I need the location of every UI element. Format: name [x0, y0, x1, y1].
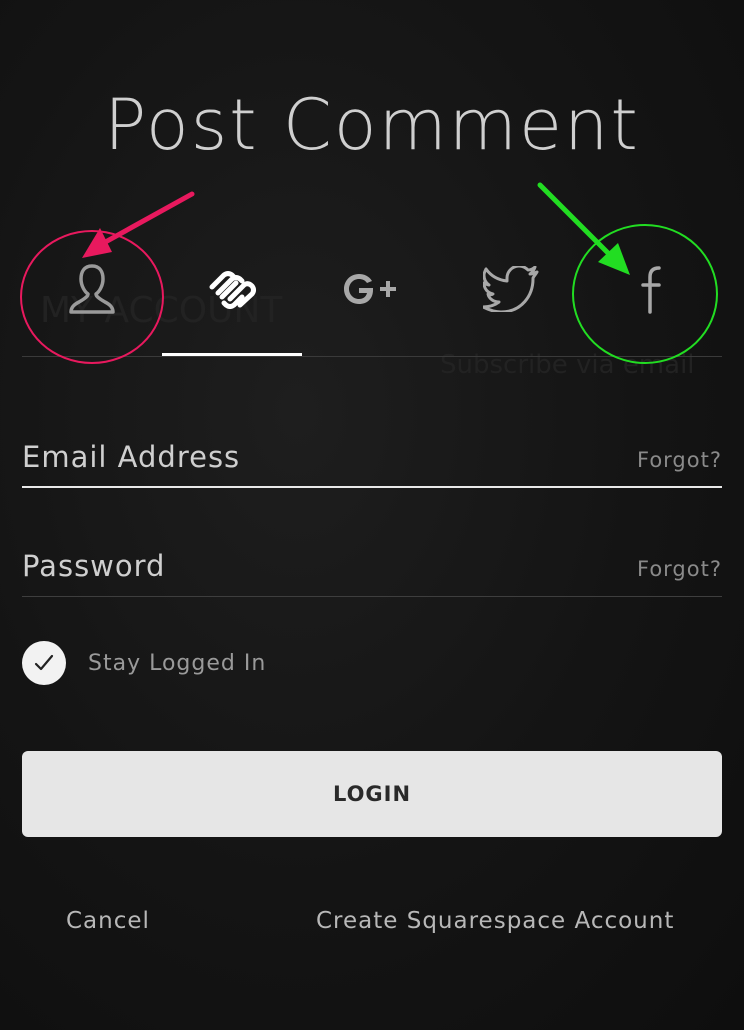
google-plus-icon	[344, 274, 396, 304]
email-field-underline	[22, 486, 722, 488]
user-icon	[69, 264, 115, 314]
tab-squarespace[interactable]	[162, 222, 302, 356]
stay-logged-in-checkbox[interactable]	[22, 641, 66, 685]
tab-twitter[interactable]	[442, 222, 582, 356]
password-field-label: Password	[22, 549, 166, 583]
stay-logged-in-label: Stay Logged In	[88, 650, 267, 676]
password-forgot-link[interactable]: Forgot?	[637, 557, 722, 581]
facebook-icon	[641, 266, 661, 314]
login-button[interactable]: LOGIN	[22, 751, 722, 837]
create-account-link[interactable]: Create Squarespace Account	[316, 908, 674, 934]
tab-facebook[interactable]	[582, 222, 722, 356]
password-field[interactable]: Password Forgot?	[22, 527, 722, 597]
squarespace-icon	[209, 271, 256, 309]
cancel-button[interactable]: Cancel	[66, 908, 150, 934]
twitter-icon	[483, 266, 539, 312]
page-title: Post Comment	[104, 84, 640, 166]
email-field[interactable]: Email Address Forgot?	[22, 418, 722, 488]
tab-guest-user[interactable]	[22, 222, 162, 356]
login-method-tabs	[22, 222, 722, 356]
password-field-underline	[22, 596, 722, 597]
tab-google-plus[interactable]	[302, 222, 442, 356]
email-field-label: Email Address	[22, 440, 241, 474]
stay-logged-in-row: Stay Logged In	[22, 641, 266, 685]
checkmark-icon	[34, 654, 54, 671]
tabs-divider	[22, 356, 722, 357]
email-forgot-link[interactable]: Forgot?	[637, 448, 722, 472]
